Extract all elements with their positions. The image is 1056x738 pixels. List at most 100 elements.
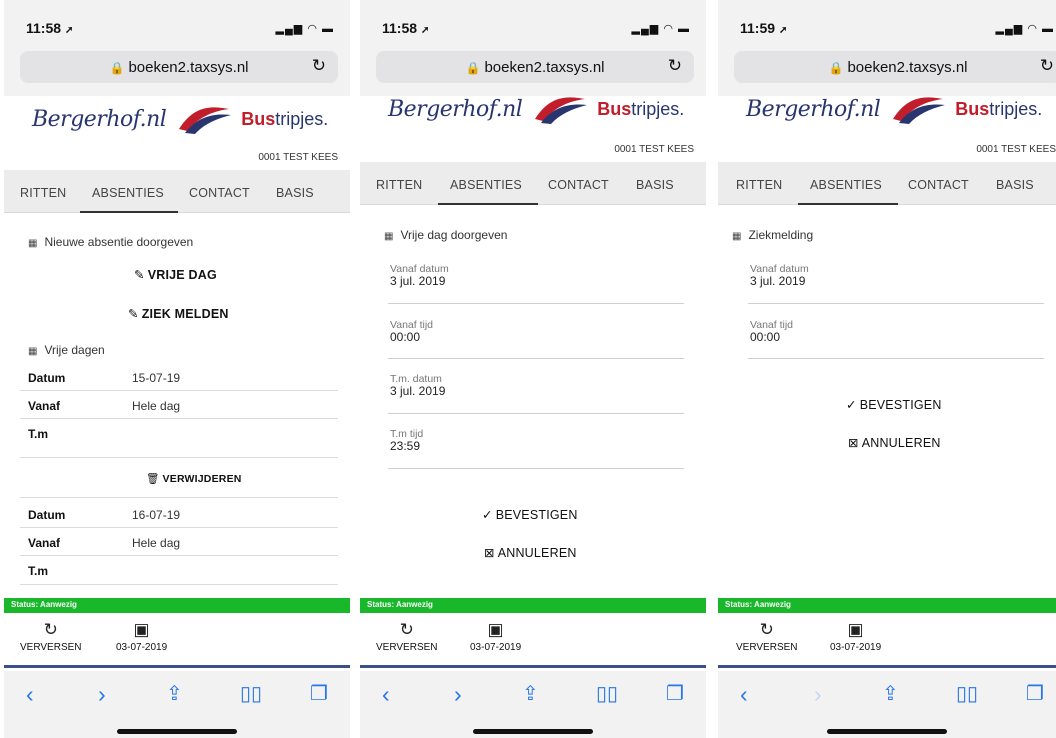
share-icon[interactable]: ⇪ [166,681,183,707]
tab-basis[interactable]: BASIS [276,186,314,200]
forward-chevron-icon[interactable]: › [454,681,462,707]
ziek-melden-button[interactable]: ✎ ZIEK MELDEN [128,306,229,321]
battery-icon: ▬ [678,23,690,35]
bookmarks-icon[interactable]: ▯▯ [240,681,262,707]
refresh-button[interactable]: ↻ VERVERSEN [736,619,798,653]
bookmarks-icon[interactable]: ▯▯ [956,681,978,707]
tab-ritten[interactable]: RITTEN [20,186,66,200]
pencil-icon: ✎ [134,268,145,282]
logo-bus-text: Bus [597,98,632,119]
field-underline [388,303,684,304]
url-text: boeken2.taxsys.nl [484,59,605,76]
phone-free-day-form: 11:58 ➚ ▂▄▆ ◠ ▬ 🔒 boeken2.taxsys.nl ↻ Ber… [360,0,706,738]
cancel-box-icon: ⊠ [848,436,859,450]
status-text: Status: Aanwezig [725,600,791,609]
tab-ritten[interactable]: RITTEN [736,178,782,192]
back-chevron-icon[interactable]: ‹ [382,681,390,707]
tab-absenties[interactable]: ABSENTIES [92,186,164,200]
system-status-icons: ▂▄▆ ◠ ▬ [996,22,1054,35]
tabs-icon[interactable]: ❐ [310,681,328,707]
safari-toolbar: ‹ › ⇪ ▯▯ ❐ [718,671,1056,738]
calendar-icon: ▣ [487,620,504,639]
back-chevron-icon[interactable]: ‹ [26,681,34,707]
confirm-button[interactable]: ✓ BEVESTIGEN [846,397,942,412]
tabs-icon[interactable]: ❐ [666,681,684,707]
tab-absenties[interactable]: ABSENTIES [450,178,522,192]
address-bar[interactable]: 🔒 boeken2.taxsys.nl ↻ [376,51,694,83]
safari-toolbar: ‹ › ⇪ ▯▯ ❐ [4,671,350,738]
status-text: Status: Aanwezig [367,600,433,609]
refresh-icon: ↻ [43,620,58,639]
section-sick-report: ▦ Ziekmelding [732,228,814,242]
share-icon[interactable]: ⇪ [882,681,899,707]
field-underline [388,468,684,469]
address-bar[interactable]: 🔒 boeken2.taxsys.nl ↻ [20,51,338,83]
forward-chevron-icon[interactable]: › [814,681,822,707]
active-tab-indicator [80,211,178,213]
home-indicator [827,729,947,734]
cancel-button[interactable]: ⊠ ANNULEREN [848,435,941,450]
share-icon[interactable]: ⇪ [522,681,539,707]
brand-logo: Bergerhof.nl Bustripjes. [746,93,1056,135]
verwijderen-button[interactable]: 🗑 VERWIJDEREN [146,472,242,485]
safari-toolbar: ‹ › ⇪ ▯▯ ❐ [360,671,706,738]
refresh-icon: ↻ [399,620,414,639]
reload-icon[interactable]: ↻ [668,56,682,76]
confirm-button[interactable]: ✓ BEVESTIGEN [482,507,578,522]
ios-status-bar: 11:59 ➚ ▂▄▆ ◠ ▬ [718,0,1056,40]
tab-contact[interactable]: CONTACT [908,178,969,192]
entry1-datum-value: 15-07-19 [132,371,181,385]
status-strip: Status: Aanwezig [4,598,350,613]
reload-icon[interactable]: ↻ [312,56,326,76]
entry1-tm-label: T.m [28,427,49,441]
pencil-icon: ✎ [128,307,139,321]
entry2-tm-label: T.m [28,564,49,578]
logo-bus-text: Bus [955,98,990,119]
bookmarks-icon[interactable]: ▯▯ [596,681,618,707]
tabs-icon[interactable]: ❐ [1026,681,1044,707]
field-underline [388,413,684,414]
date-picker-button[interactable]: ▣ 03-07-2019 [470,619,521,653]
section-free-days: ▦ Vrije dagen [28,343,105,357]
main-tabs: RITTEN ABSENTIES CONTACT BASIS [360,162,706,205]
reload-icon[interactable]: ↻ [1040,56,1054,76]
checkmark-icon: ✓ [846,398,857,412]
refresh-icon: ↻ [759,620,774,639]
refresh-button[interactable]: ↻ VERVERSEN [376,619,438,653]
address-bar[interactable]: 🔒 boeken2.taxsys.nl ↻ [734,51,1056,83]
phone-sick-report-form: 11:59 ➚ ▂▄▆ ◠ ▬ 🔒 boeken2.taxsys.nl ↻ Ber… [718,0,1056,738]
date-picker-button[interactable]: ▣ 03-07-2019 [830,619,881,653]
checkmark-icon: ✓ [482,508,493,522]
divider [20,527,338,528]
refresh-button[interactable]: ↻ VERVERSEN [20,619,82,653]
battery-icon: ▬ [322,23,334,35]
three-phone-screenshots: 11:58 ➚ ▂▄▆ ◠ ▬ 🔒 boeken2.taxsys.nl ↻ Ber… [0,0,1056,738]
tab-contact[interactable]: CONTACT [548,178,609,192]
cancel-button[interactable]: ⊠ ANNULEREN [484,545,577,560]
logo-script-text: Bergerhof.nl [388,96,523,122]
tab-ritten[interactable]: RITTEN [376,178,422,192]
divider [20,584,338,585]
field-value: 00:00 [750,330,781,344]
forward-chevron-icon[interactable]: › [98,681,106,707]
logo-trip-text: tripjes. [631,98,685,119]
home-indicator [473,729,593,734]
entry2-vanaf-value: Hele dag [132,536,181,550]
tab-absenties[interactable]: ABSENTIES [810,178,882,192]
status-strip: Status: Aanwezig [718,598,1056,613]
system-status-icons: ▂▄▆ ◠ ▬ [632,22,690,35]
home-indicator [117,729,237,734]
field-underline [748,358,1044,359]
grid-icon: ▦ [28,238,38,249]
logo-script-text: Bergerhof.nl [746,96,881,122]
back-chevron-icon[interactable]: ‹ [740,681,748,707]
tab-basis[interactable]: BASIS [996,178,1034,192]
wifi-icon: ◠ [1027,23,1038,35]
tab-basis[interactable]: BASIS [636,178,674,192]
date-picker-button[interactable]: ▣ 03-07-2019 [116,619,167,653]
tab-contact[interactable]: CONTACT [189,186,250,200]
divider [20,390,338,391]
location-arrow-icon: ➚ [420,25,430,36]
entry2-datum-label: Datum [28,508,66,522]
vrije-dag-button[interactable]: ✎ VRIJE DAG [134,267,217,282]
